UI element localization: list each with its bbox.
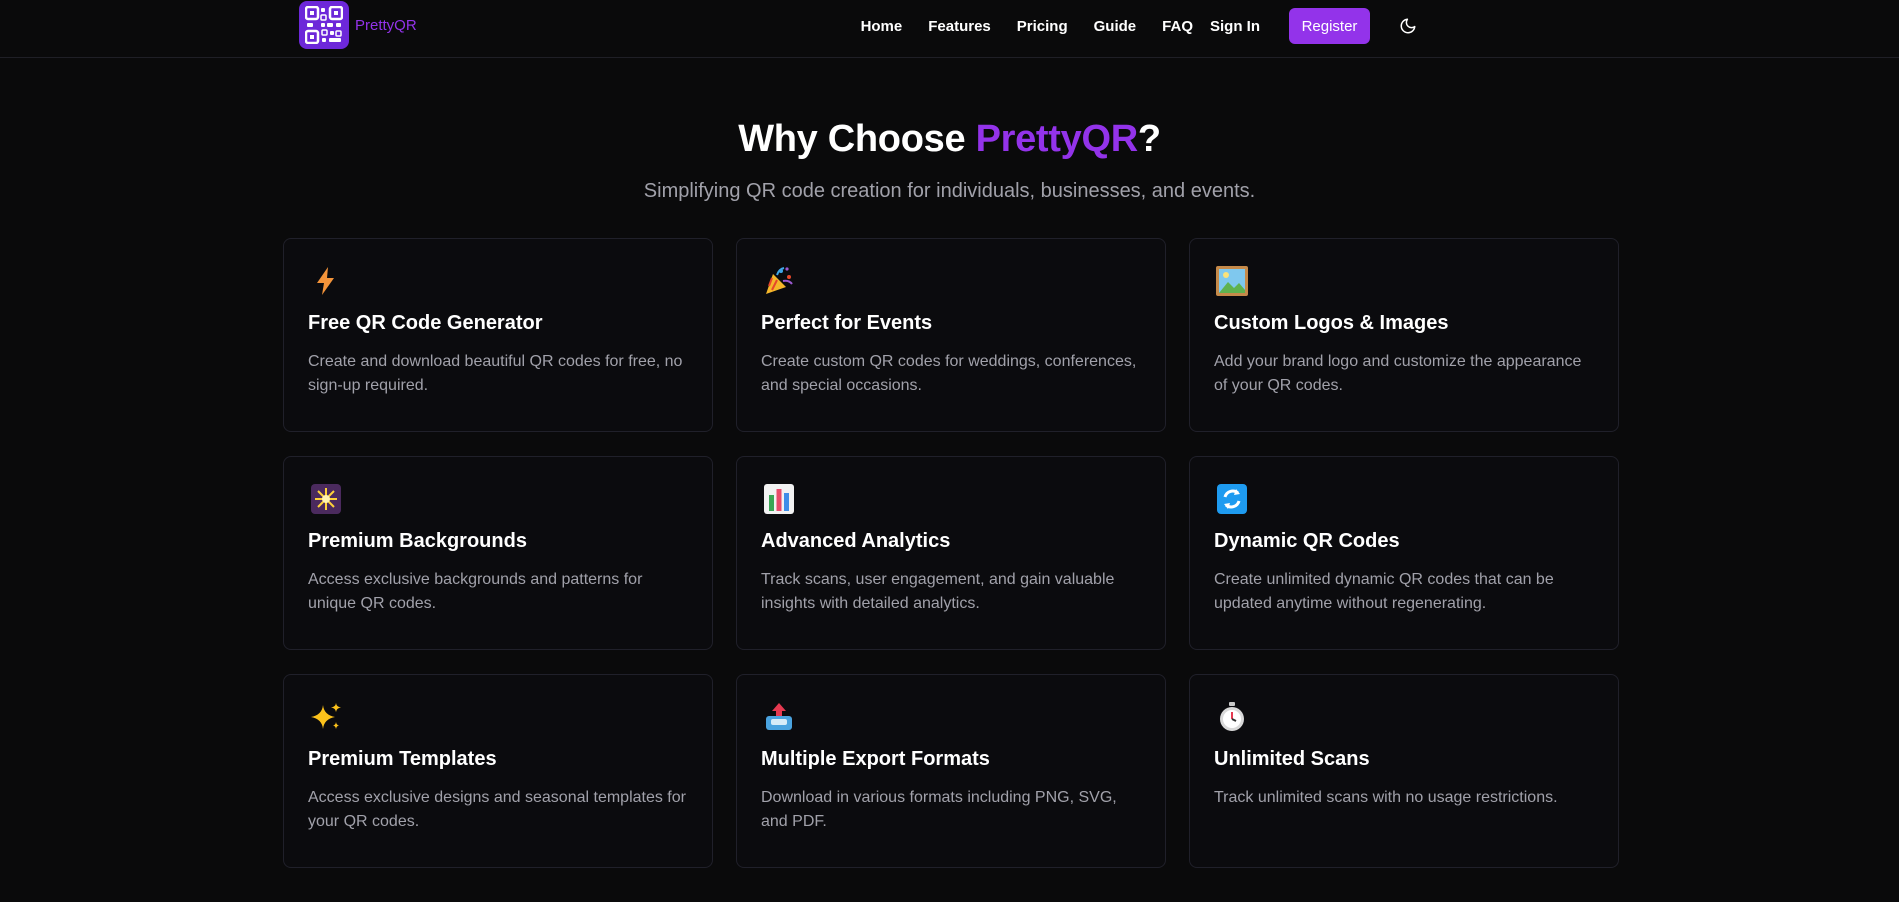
register-button[interactable]: Register bbox=[1289, 8, 1370, 44]
brand-link[interactable]: PrettyQR bbox=[299, 1, 417, 49]
section-subtitle: Simplifying QR code creation for individ… bbox=[643, 180, 1256, 202]
feature-title: Perfect for Events bbox=[761, 312, 933, 334]
outbox-tray-icon bbox=[761, 699, 797, 735]
feature-description: Access exclusive designs and seasonal te… bbox=[308, 789, 686, 830]
feature-card: Free QR Code Generator Create and downlo… bbox=[283, 238, 713, 432]
sign-in-link[interactable]: Sign In bbox=[1210, 18, 1260, 35]
nav-link-features[interactable]: Features bbox=[928, 18, 991, 35]
stopwatch-icon bbox=[1214, 699, 1250, 735]
section-title-prefix: Why Choose bbox=[738, 118, 976, 160]
nav-link-home[interactable]: Home bbox=[861, 18, 903, 35]
feature-title: Advanced Analytics bbox=[761, 530, 951, 552]
feature-card: Premium Backgrounds Access exclusive bac… bbox=[283, 456, 713, 650]
features-grid: Free QR Code Generator Create and downlo… bbox=[283, 238, 1619, 868]
feature-card: Multiple Export Formats Download in vari… bbox=[736, 674, 1166, 868]
lightning-icon bbox=[308, 263, 344, 299]
feature-card: Premium Templates Access exclusive desig… bbox=[283, 674, 713, 868]
feature-title: Custom Logos & Images bbox=[1214, 312, 1449, 334]
refresh-icon bbox=[1214, 481, 1250, 517]
nav-link-pricing[interactable]: Pricing bbox=[1017, 18, 1068, 35]
feature-card: Dynamic QR Codes Create unlimited dynami… bbox=[1189, 456, 1619, 650]
bar-chart-icon bbox=[761, 481, 797, 517]
feature-description: Add your brand logo and customize the ap… bbox=[1214, 353, 1582, 394]
feature-description: Download in various formats including PN… bbox=[761, 789, 1117, 830]
nav-link-guide[interactable]: Guide bbox=[1094, 18, 1137, 35]
moon-icon[interactable] bbox=[1396, 14, 1420, 38]
section-title-suffix: ? bbox=[1137, 118, 1161, 160]
feature-card: Advanced Analytics Track scans, user eng… bbox=[736, 456, 1166, 650]
top-navbar: PrettyQR Home Features Pricing Guide FAQ… bbox=[0, 0, 1899, 58]
framed-picture-icon bbox=[1214, 263, 1250, 299]
feature-title: Multiple Export Formats bbox=[761, 748, 990, 770]
sparkles-icon bbox=[308, 699, 344, 735]
feature-title: Unlimited Scans bbox=[1214, 748, 1370, 770]
feature-description: Track unlimited scans with no usage rest… bbox=[1214, 789, 1558, 806]
feature-title: Dynamic QR Codes bbox=[1214, 530, 1400, 552]
nav-link-faq[interactable]: FAQ bbox=[1162, 18, 1193, 35]
feature-description: Create and download beautiful QR codes f… bbox=[308, 353, 683, 394]
feature-title: Free QR Code Generator bbox=[308, 312, 543, 334]
feature-description: Track scans, user engagement, and gain v… bbox=[761, 571, 1115, 612]
feature-title: Premium Backgrounds bbox=[308, 530, 527, 552]
feature-title: Premium Templates bbox=[308, 748, 497, 770]
sparkler-icon bbox=[308, 481, 344, 517]
feature-description: Create custom QR codes for weddings, con… bbox=[761, 353, 1137, 394]
feature-card: Unlimited Scans Track unlimited scans wi… bbox=[1189, 674, 1619, 868]
feature-card: Custom Logos & Images Add your brand log… bbox=[1189, 238, 1619, 432]
party-popper-icon bbox=[761, 263, 797, 299]
feature-description: Create unlimited dynamic QR codes that c… bbox=[1214, 571, 1554, 612]
brand-name: PrettyQR bbox=[355, 16, 417, 34]
section-title-accent: PrettyQR bbox=[975, 118, 1139, 160]
section-title: Why Choose PrettyQR? bbox=[0, 118, 1899, 161]
feature-description: Access exclusive backgrounds and pattern… bbox=[308, 571, 643, 612]
primary-nav: Home Features Pricing Guide FAQ Sign In … bbox=[861, 8, 1420, 44]
feature-card: Perfect for Events Create custom QR code… bbox=[736, 238, 1166, 432]
qr-logo-icon bbox=[299, 1, 349, 49]
